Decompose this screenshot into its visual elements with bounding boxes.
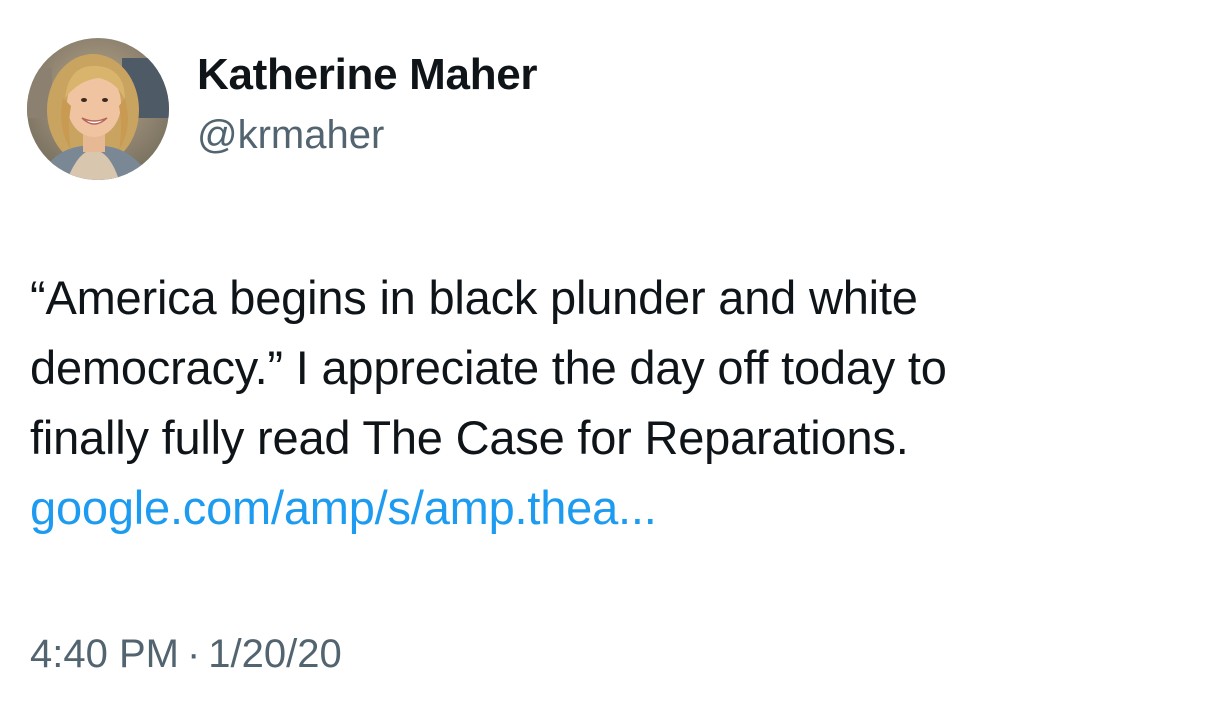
tweet-time: 4:40 PM [30, 632, 179, 676]
tweet-card: Katherine Maher @krmaher “America begins… [0, 0, 1206, 703]
tweet-text-line: democracy.” I appreciate the day off tod… [30, 341, 947, 394]
meta-separator: · [186, 632, 201, 676]
avatar[interactable] [27, 38, 169, 180]
tweet-date: 1/20/20 [208, 632, 342, 676]
tweet-timestamp[interactable]: 4:40 PM · 1/20/20 [30, 628, 342, 680]
author-display-name[interactable]: Katherine Maher [197, 47, 538, 103]
tweet-link[interactable]: google.com/amp/s/amp.thea... [30, 481, 657, 534]
tweet-text: “America begins in black plunder and whi… [30, 263, 1180, 543]
author-handle[interactable]: @krmaher [197, 109, 537, 161]
author-names: Katherine Maher @krmaher [197, 47, 538, 161]
profile-photo-icon [27, 38, 169, 180]
tweet-text-line: “America begins in black plunder and whi… [30, 271, 918, 324]
tweet-text-line: finally fully read The Case for Reparati… [30, 411, 909, 464]
tweet-header: Katherine Maher @krmaher [27, 38, 538, 180]
